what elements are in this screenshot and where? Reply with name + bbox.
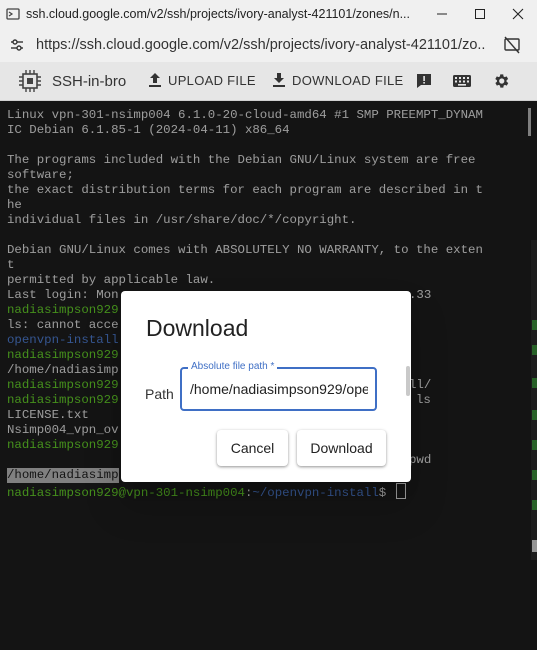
dialog-scrollbar[interactable] (406, 366, 410, 396)
feedback-icon (417, 74, 431, 88)
feedback-button[interactable] (414, 71, 434, 91)
window-title: ssh.cloud.google.com/v2/ssh/projects/ivo… (26, 7, 410, 21)
ssh-toolbar: SSH-in-bro UPLOAD FILE DOWNLOAD FILE (0, 62, 537, 101)
upload-file-label: UPLOAD FILE (168, 72, 256, 88)
address-bar: https://ssh.cloud.google.com/v2/ssh/proj… (0, 28, 537, 62)
path-label: Path (145, 386, 174, 402)
file-path-field-label: Absolute file path * (188, 361, 278, 372)
settings-button[interactable] (491, 71, 511, 91)
dialog-title: Download (146, 315, 249, 341)
window-title-bar: ssh.cloud.google.com/v2/ssh/projects/ivo… (0, 0, 537, 28)
minimize-icon (437, 13, 447, 15)
upload-icon (149, 73, 161, 87)
site-info-button[interactable] (8, 36, 26, 54)
maximize-button[interactable] (461, 0, 499, 28)
file-path-field[interactable]: Absolute file path * (180, 361, 377, 411)
download-button[interactable]: Download (297, 430, 386, 466)
file-path-input[interactable] (190, 379, 368, 399)
download-file-label: DOWNLOAD FILE (292, 72, 404, 88)
site-settings-icon (11, 39, 23, 51)
keyboard-icon (453, 75, 471, 87)
screen-share-off-icon[interactable] (503, 36, 521, 54)
download-icon (273, 73, 285, 87)
close-window-button[interactable] (499, 0, 537, 28)
download-dialog: Download Path Absolute file path * Cance… (121, 291, 411, 482)
maximize-icon (475, 9, 485, 19)
download-file-button[interactable]: DOWNLOAD FILE (272, 72, 404, 88)
cancel-button[interactable]: Cancel (217, 430, 288, 466)
close-icon (512, 8, 524, 20)
site-favicon-icon (6, 8, 20, 20)
gear-icon (495, 74, 509, 88)
app-brand: SSH-in-bro (52, 72, 127, 90)
upload-file-button[interactable]: UPLOAD FILE (148, 72, 256, 88)
minimize-button[interactable] (423, 0, 461, 28)
url-text[interactable]: https://ssh.cloud.google.com/v2/ssh/proj… (36, 37, 486, 53)
keyboard-button[interactable] (452, 71, 472, 91)
cpu-chip-icon (19, 70, 41, 92)
